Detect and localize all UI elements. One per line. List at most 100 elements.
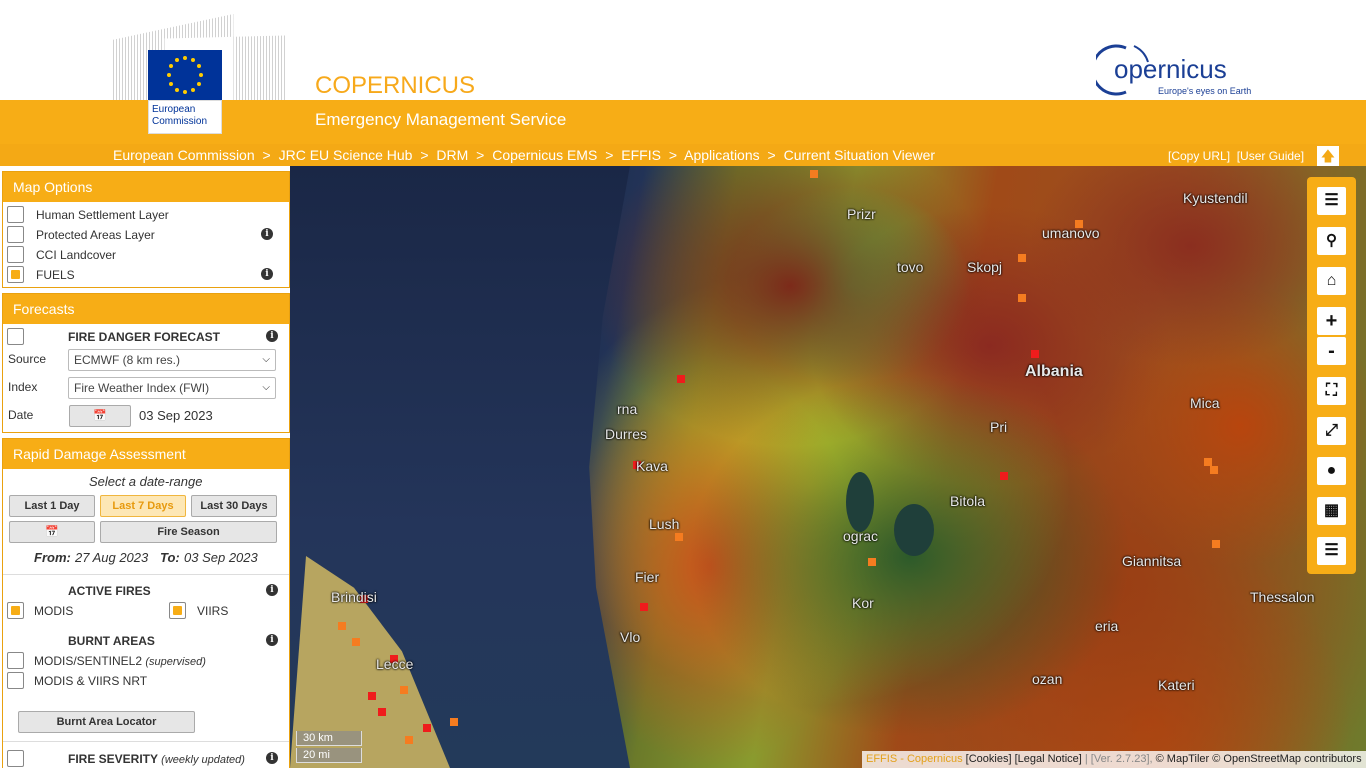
modis-viirs-nrt-label: MODIS & VIIRS NRT bbox=[34, 674, 148, 688]
fire-marker[interactable] bbox=[378, 708, 386, 716]
fire-marker[interactable] bbox=[405, 736, 413, 744]
fire-marker[interactable] bbox=[450, 718, 458, 726]
fire-danger-label: FIRE DANGER FORECAST bbox=[68, 330, 221, 344]
page-header: European Commission COPERNICUS Emergency… bbox=[0, 0, 1366, 166]
fuels-checkbox[interactable] bbox=[7, 266, 24, 283]
menu-icon[interactable]: ☰ bbox=[1317, 187, 1346, 215]
place-label: Kateri bbox=[1158, 677, 1195, 693]
calendar-icon: 📅 bbox=[93, 410, 107, 422]
effis-copernicus-link[interactable]: EFFIS - Copernicus bbox=[866, 753, 963, 765]
fire-marker[interactable] bbox=[400, 686, 408, 694]
info-icon[interactable]: i bbox=[266, 584, 278, 596]
zoom-in-icon[interactable]: + bbox=[1317, 307, 1346, 335]
rda-header[interactable]: Rapid Damage Assessment bbox=[3, 439, 289, 469]
grid-icon[interactable]: ▦ bbox=[1317, 497, 1346, 525]
burnt-areas-label: BURNT AREAS bbox=[68, 634, 155, 648]
from-label: From: bbox=[34, 550, 71, 565]
info-icon[interactable]: i bbox=[266, 634, 278, 646]
fire-marker[interactable] bbox=[1210, 466, 1218, 474]
breadcrumb: European Commission > JRC EU Science Hub… bbox=[113, 147, 939, 163]
index-select[interactable]: Fire Weather Index (FWI) ⌵ bbox=[68, 377, 276, 399]
index-value: Fire Weather Index (FWI) bbox=[74, 381, 210, 395]
map-options-header[interactable]: Map Options bbox=[3, 172, 289, 202]
breadcrumb-applications[interactable]: Applications bbox=[684, 147, 760, 163]
fire-marker[interactable] bbox=[352, 638, 360, 646]
copy-url-link[interactable]: [Copy URL] bbox=[1168, 149, 1230, 163]
fire-marker[interactable] bbox=[423, 724, 431, 732]
info-icon[interactable]: i bbox=[261, 228, 273, 240]
place-label: rna bbox=[617, 401, 638, 417]
breadcrumb-jrc[interactable]: JRC EU Science Hub bbox=[279, 147, 413, 163]
fire-marker[interactable] bbox=[1031, 350, 1039, 358]
fire-marker[interactable] bbox=[677, 375, 685, 383]
from-date: 27 Aug 2023 bbox=[75, 550, 149, 565]
copernicus-logo[interactable]: opernicus Europe's eyes on Earth bbox=[1096, 40, 1256, 98]
breadcrumb-european-commission[interactable]: European Commission bbox=[113, 147, 255, 163]
arrow-up-icon[interactable]: 🡅 bbox=[1317, 146, 1339, 166]
divider bbox=[3, 574, 289, 575]
fire-season-button[interactable]: Fire Season bbox=[100, 521, 277, 543]
calendar-button[interactable]: 📅 bbox=[69, 405, 131, 427]
version-label: | [Ver. 2.7.23], bbox=[1084, 753, 1153, 765]
legend-list-icon[interactable]: ☰ bbox=[1317, 537, 1346, 565]
forecasts-header[interactable]: Forecasts bbox=[3, 294, 289, 324]
cookies-legal-links[interactable]: [Cookies] [Legal Notice] bbox=[966, 753, 1082, 765]
cci-landcover-checkbox[interactable] bbox=[7, 246, 24, 263]
fire-severity-checkbox[interactable] bbox=[7, 750, 24, 767]
breadcrumb-separator: > bbox=[476, 147, 485, 163]
breadcrumb-effis[interactable]: EFFIS bbox=[621, 147, 661, 163]
zoom-out-icon[interactable]: - bbox=[1317, 337, 1346, 365]
last-7-days-button[interactable]: Last 7 Days bbox=[100, 495, 186, 517]
burnt-area-locator-button[interactable]: Burnt Area Locator bbox=[18, 711, 195, 733]
last-30-days-button[interactable]: Last 30 Days bbox=[191, 495, 277, 517]
calendar-button[interactable]: 📅 bbox=[9, 521, 95, 543]
user-guide-link[interactable]: [User Guide] bbox=[1237, 149, 1304, 163]
viirs-checkbox[interactable] bbox=[169, 602, 186, 619]
source-select[interactable]: ECMWF (8 km res.) ⌵ bbox=[68, 349, 276, 371]
fire-marker[interactable] bbox=[675, 533, 683, 541]
modis-viirs-nrt-checkbox[interactable] bbox=[7, 672, 24, 689]
fire-marker[interactable] bbox=[868, 558, 876, 566]
modis-label: MODIS bbox=[34, 604, 74, 618]
fire-marker[interactable] bbox=[368, 692, 376, 700]
fire-marker[interactable] bbox=[1018, 294, 1026, 302]
source-value: ECMWF (8 km res.) bbox=[74, 353, 180, 367]
home-icon[interactable]: ⌂ bbox=[1317, 267, 1346, 295]
modis-sentinel-checkbox[interactable] bbox=[7, 652, 24, 669]
modis-sentinel-label: MODIS/SENTINEL2 (supervised) bbox=[34, 654, 206, 668]
breadcrumb-drm[interactable]: DRM bbox=[436, 147, 468, 163]
place-label: Vlo bbox=[620, 629, 641, 645]
fire-marker[interactable] bbox=[1204, 458, 1212, 466]
fire-marker[interactable] bbox=[1212, 540, 1220, 548]
protected-areas-checkbox[interactable] bbox=[7, 226, 24, 243]
search-icon[interactable]: ⚲ bbox=[1317, 227, 1346, 255]
last-1-day-button[interactable]: Last 1 Day bbox=[9, 495, 95, 517]
zoom-extent-icon[interactable]: ⤢ bbox=[1317, 417, 1346, 445]
european-commission-logo[interactable]: European Commission bbox=[113, 14, 285, 134]
to-date: 03 Sep 2023 bbox=[184, 550, 258, 565]
place-label: ozan bbox=[1032, 671, 1063, 687]
copernicus-logo-tagline: Europe's eyes on Earth bbox=[1158, 86, 1251, 96]
modis-checkbox[interactable] bbox=[7, 602, 24, 619]
info-icon[interactable]: i bbox=[266, 330, 278, 342]
map-toolbar: ☰ ⚲ ⌂ + - ⛶ ⤢ ● ▦ ☰ bbox=[1307, 177, 1356, 574]
weekly-updated-note: (weekly updated) bbox=[161, 754, 245, 766]
fullscreen-icon[interactable]: ⛶ bbox=[1317, 377, 1346, 405]
viirs-label: VIIRS bbox=[197, 604, 229, 618]
breadcrumb-copernicus-ems[interactable]: Copernicus EMS bbox=[492, 147, 597, 163]
fire-marker[interactable] bbox=[810, 170, 818, 178]
map-credits[interactable]: © MapTiler © OpenStreetMap contributors bbox=[1156, 753, 1362, 765]
fire-marker[interactable] bbox=[640, 603, 648, 611]
info-icon[interactable]: i bbox=[266, 752, 278, 764]
place-label: ograc bbox=[843, 528, 879, 544]
fire-marker[interactable] bbox=[338, 622, 346, 630]
fire-danger-checkbox[interactable] bbox=[7, 328, 24, 345]
info-icon[interactable]: i bbox=[261, 268, 273, 280]
fire-marker[interactable] bbox=[1000, 472, 1008, 480]
human-settlement-checkbox[interactable] bbox=[7, 206, 24, 223]
location-pin-icon[interactable]: ● bbox=[1317, 457, 1346, 485]
place-label: Lecce bbox=[376, 656, 414, 672]
place-label: Bitola bbox=[950, 493, 986, 509]
fire-marker[interactable] bbox=[1018, 254, 1026, 262]
map-canvas[interactable]: Kyustendil umanovo Skopj tovo Prizr Durr… bbox=[290, 166, 1366, 768]
